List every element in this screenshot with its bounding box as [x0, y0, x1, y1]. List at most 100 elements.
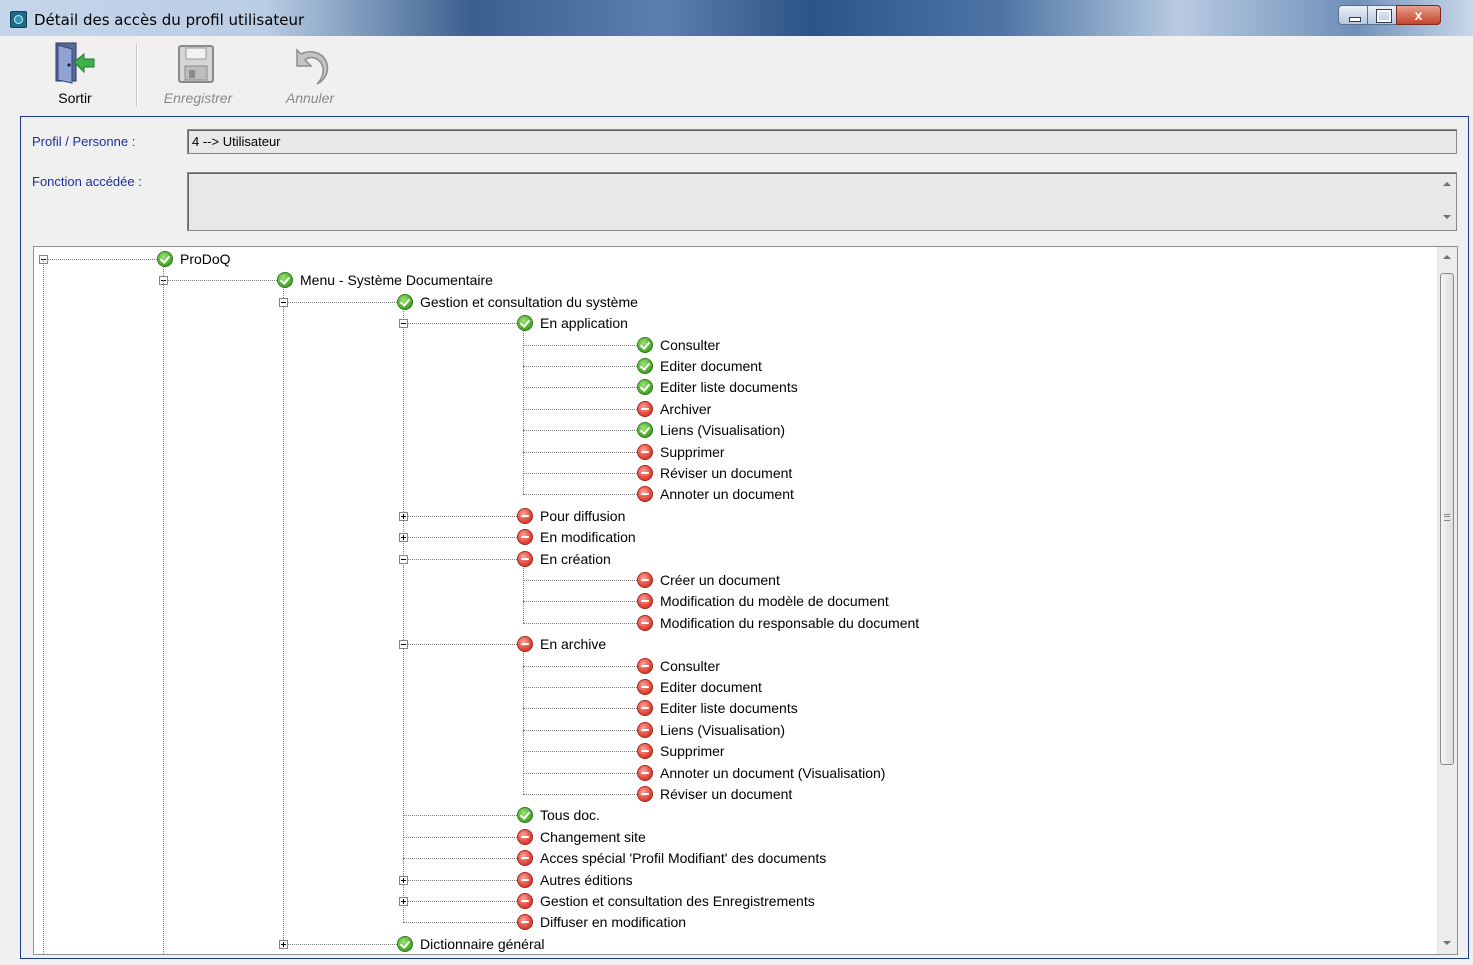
minus-circle-icon	[637, 593, 653, 609]
profil-field[interactable]: 4 --> Utilisateur	[187, 129, 1457, 154]
collapse-icon[interactable]	[399, 319, 408, 328]
tree-canvas: ProDoQ Menu - Système Documentaire Gestion…	[34, 247, 1439, 954]
sortir-button[interactable]: Sortir	[35, 38, 115, 110]
tree-node-label[interactable]: En création	[540, 551, 611, 567]
expand-icon[interactable]	[399, 533, 408, 542]
floppy-disk-icon	[178, 45, 214, 83]
fonction-field[interactable]	[187, 172, 1457, 231]
tree-connector	[403, 537, 517, 538]
tree-node-label[interactable]: En archive	[540, 636, 606, 652]
tree-node-label[interactable]: Dictionnaire général	[420, 936, 545, 952]
minus-circle-icon	[517, 508, 533, 524]
tree-node-label[interactable]: Liens (Visualisation)	[660, 422, 785, 438]
close-button[interactable]: x	[1396, 5, 1441, 25]
tree-branch-line	[523, 559, 524, 623]
collapse-icon[interactable]	[399, 640, 408, 649]
tree-connector	[403, 880, 517, 881]
expand-icon[interactable]	[399, 897, 408, 906]
tree-node-label[interactable]: Autres éditions	[540, 872, 633, 888]
tree-node-label[interactable]: En application	[540, 315, 628, 331]
tree-node-label[interactable]: Editer liste documents	[660, 700, 798, 716]
fonction-scrollbar[interactable]	[1439, 173, 1456, 230]
tree-node-label[interactable]: Supprimer	[660, 743, 725, 759]
tree-connector	[523, 580, 637, 581]
profil-label: Profil / Personne :	[32, 134, 136, 149]
tree-connector	[523, 773, 637, 774]
tree-node-label[interactable]: Gestion et consultation du système	[420, 294, 638, 310]
tree-node-label[interactable]: En modification	[540, 529, 636, 545]
tree-node-label[interactable]: Editer liste documents	[660, 379, 798, 395]
tree-node-label[interactable]: Créer un document	[660, 572, 780, 588]
tree-scrollbar[interactable]	[1437, 247, 1457, 954]
tree-node-label[interactable]: Pour diffusion	[540, 508, 625, 524]
tree-scroll-up-icon[interactable]	[1443, 255, 1451, 259]
check-circle-icon	[277, 272, 293, 288]
tree-node-label[interactable]: Acces spécial 'Profil Modifiant' des doc…	[540, 850, 826, 866]
tree-node-label[interactable]: Liens (Visualisation)	[660, 722, 785, 738]
minus-circle-icon	[517, 551, 533, 567]
scroll-down-icon[interactable]	[1443, 215, 1451, 219]
expand-icon[interactable]	[399, 876, 408, 885]
check-circle-icon	[397, 294, 413, 310]
expand-icon[interactable]	[279, 940, 288, 949]
title-bar: Détail des accès du profil utilisateur x	[0, 0, 1473, 36]
tree-node-label[interactable]: Supprimer	[660, 444, 725, 460]
minus-circle-icon	[517, 872, 533, 888]
minus-circle-icon	[637, 722, 653, 738]
enregistrer-button[interactable]: Enregistrer	[158, 38, 238, 110]
tree-node-label[interactable]: Consulter	[660, 337, 720, 353]
collapse-icon[interactable]	[399, 555, 408, 564]
expand-icon[interactable]	[399, 512, 408, 521]
tree-connector	[43, 259, 157, 260]
minimize-button[interactable]	[1338, 5, 1368, 25]
tree-node-label[interactable]: Gestion et consultation des Enregistreme…	[540, 893, 815, 909]
minus-circle-icon	[517, 914, 533, 930]
access-tree[interactable]: ProDoQ Menu - Système Documentaire Gestion…	[33, 246, 1458, 955]
tree-connector	[523, 623, 637, 624]
tree-scroll-thumb[interactable]	[1440, 273, 1454, 765]
check-circle-icon	[637, 422, 653, 438]
minus-circle-icon	[517, 850, 533, 866]
enregistrer-label: Enregistrer	[163, 90, 233, 106]
tree-connector	[523, 473, 637, 474]
tree-node-label[interactable]: Diffuser en modification	[540, 914, 686, 930]
tree-connector	[403, 901, 517, 902]
scroll-up-icon[interactable]	[1443, 182, 1451, 186]
minus-circle-icon	[637, 679, 653, 695]
minus-circle-icon	[637, 786, 653, 802]
minus-circle-icon	[517, 829, 533, 845]
app-icon	[10, 11, 27, 28]
tree-trunk-line	[43, 259, 44, 954]
tree-node-label[interactable]: Réviser un document	[660, 786, 792, 802]
tree-node-label[interactable]: Modification du responsable du document	[660, 615, 919, 631]
tree-scroll-down-icon[interactable]	[1443, 941, 1451, 945]
tree-connector	[523, 366, 637, 367]
tree-node-label[interactable]: Menu - Système Documentaire	[300, 272, 493, 288]
tree-node-label[interactable]: Modification du modèle de document	[660, 593, 889, 609]
tree-connector	[403, 858, 517, 859]
tree-node-label[interactable]: Annoter un document	[660, 486, 794, 502]
tree-node-label[interactable]: Changement site	[540, 829, 646, 845]
tree-node-label[interactable]: Editer document	[660, 358, 762, 374]
check-circle-icon	[397, 936, 413, 952]
check-circle-icon	[637, 379, 653, 395]
toolbar-separator	[136, 44, 138, 106]
tree-node-label[interactable]: Editer document	[660, 679, 762, 695]
check-circle-icon	[637, 337, 653, 353]
tree-connector	[523, 452, 637, 453]
check-circle-icon	[157, 251, 173, 267]
tree-node-label[interactable]: ProDoQ	[180, 251, 231, 267]
tree-node-label[interactable]: Annoter un document (Visualisation)	[660, 765, 885, 781]
annuler-label: Annuler	[285, 90, 335, 106]
tree-connector	[523, 409, 637, 410]
annuler-button[interactable]: Annuler	[270, 38, 350, 110]
tree-node-label[interactable]: Consulter	[660, 658, 720, 674]
tree-node-label[interactable]: Archiver	[660, 401, 711, 417]
minus-circle-icon	[637, 486, 653, 502]
access-panel: Profil / Personne : 4 --> Utilisateur Fo…	[20, 116, 1469, 959]
toolbar: Sortir Enregistrer Annuler	[0, 36, 1473, 112]
collapse-icon[interactable]	[279, 298, 288, 307]
tree-node-label[interactable]: Réviser un document	[660, 465, 792, 481]
maximize-button[interactable]	[1367, 5, 1397, 25]
tree-node-label[interactable]: Tous doc.	[540, 807, 600, 823]
